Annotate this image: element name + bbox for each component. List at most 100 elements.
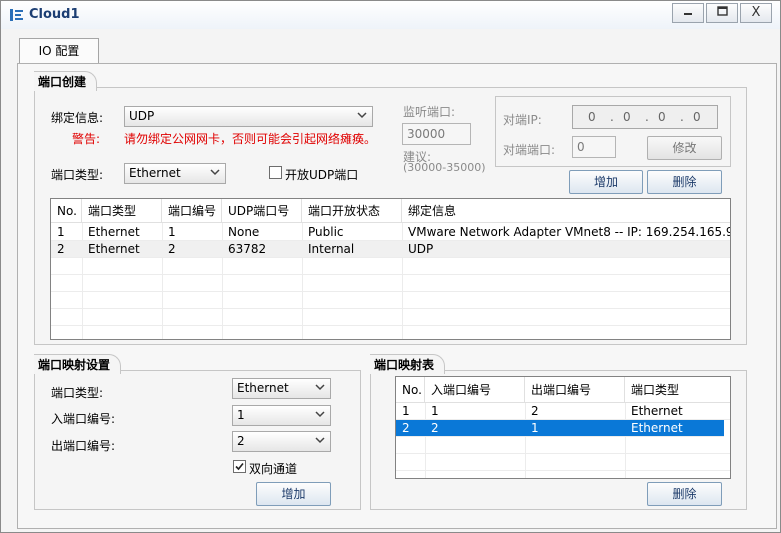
warning-text: 请勿绑定公网网卡，否则可能会引起网络瘫痪。 xyxy=(124,132,377,146)
peer-ip-input[interactable]: 0 . 0 . 0 . 0 xyxy=(572,105,718,129)
peer-ip-dot: . xyxy=(680,110,684,124)
out-port-value: 2 xyxy=(237,434,245,448)
cell-no: 1 xyxy=(57,225,65,239)
port-map-settings-title: 端口映射设置 xyxy=(34,354,122,374)
col-no[interactable]: No. xyxy=(51,199,82,223)
out-port-select[interactable]: 2 xyxy=(232,431,331,452)
cell-udp-port: 63782 xyxy=(228,242,267,256)
peer-ip-dot: . xyxy=(645,110,649,124)
delete-port-button[interactable]: 删除 xyxy=(647,170,722,194)
chevron-down-icon xyxy=(315,384,325,391)
port-type-value: Ethernet xyxy=(129,166,181,180)
listen-port-input[interactable]: 30000 xyxy=(402,123,471,145)
minimize-icon xyxy=(684,13,692,15)
map-port-type-value: Ethernet xyxy=(237,381,289,395)
col-in-port[interactable]: 入端口编号 xyxy=(425,377,525,403)
col-open-state[interactable]: 端口开放状态 xyxy=(302,199,402,223)
peer-ip-dot: . xyxy=(610,110,614,124)
empty-row xyxy=(51,258,730,275)
port-type-label: 端口类型: xyxy=(51,168,104,182)
add-mapping-button[interactable]: 增加 xyxy=(256,482,331,506)
cell-no: 1 xyxy=(402,404,410,418)
col-out-port[interactable]: 出端口编号 xyxy=(525,377,625,403)
maximize-button[interactable] xyxy=(706,3,738,23)
bind-info-label: 绑定信息: xyxy=(51,111,104,125)
suggest-range: (30000-35000) xyxy=(403,161,486,174)
cell-out-port: 2 xyxy=(531,404,539,418)
peer-ip-octet-1: 0 xyxy=(588,110,596,124)
in-port-value: 1 xyxy=(237,408,245,422)
bind-info-select[interactable]: UDP xyxy=(124,106,373,127)
delete-mapping-button[interactable]: 删除 xyxy=(647,482,722,506)
cell-port-type: Ethernet xyxy=(88,242,140,256)
window-title: Cloud1 xyxy=(29,7,80,22)
bidirectional-checkbox[interactable] xyxy=(233,460,246,473)
cell-bind-info: VMware Network Adapter VMnet8 -- IP: 169… xyxy=(408,225,730,239)
checkmark-icon xyxy=(235,462,244,471)
col-port-type[interactable]: 端口类型 xyxy=(625,377,730,403)
chevron-down-icon xyxy=(210,169,220,176)
warning-label: 警告: xyxy=(72,132,101,146)
peer-ip-octet-2: 0 xyxy=(623,110,631,124)
cell-out-port: 1 xyxy=(531,421,539,435)
minimize-button[interactable] xyxy=(672,3,704,23)
port-type-select[interactable]: Ethernet xyxy=(124,163,226,184)
chevron-down-icon xyxy=(315,411,325,418)
port-table[interactable]: No. 端口类型 端口编号 UDP端口号 端口开放状态 绑定信息 1 Ether… xyxy=(50,198,731,340)
empty-row xyxy=(51,292,730,309)
col-port-number[interactable]: 端口编号 xyxy=(162,199,222,223)
col-no[interactable]: No. xyxy=(396,377,425,403)
cell-port-number: 2 xyxy=(168,242,176,256)
chevron-down-icon xyxy=(315,437,325,444)
listen-port-label: 监听端口: xyxy=(403,105,456,119)
col-udp-port[interactable]: UDP端口号 xyxy=(222,199,302,223)
peer-port-input[interactable]: 0 xyxy=(572,136,616,158)
maximize-icon xyxy=(716,6,728,16)
bidirectional-label: 双向通道 xyxy=(249,462,298,476)
peer-ip-label: 对端IP: xyxy=(503,113,542,127)
mapping-table[interactable]: No. 入端口编号 出端口编号 端口类型 1 1 2 Ethernet 2 2 … xyxy=(395,376,731,479)
col-port-type[interactable]: 端口类型 xyxy=(82,199,162,223)
cell-port-type: Ethernet xyxy=(631,421,683,435)
mapping-table-header: No. 入端口编号 出端口编号 端口类型 xyxy=(396,377,730,403)
in-port-label: 入端口编号: xyxy=(51,412,116,426)
open-udp-label: 开放UDP端口 xyxy=(285,168,359,182)
cell-bind-info: UDP xyxy=(408,242,434,256)
port-create-title: 端口创建 xyxy=(34,71,98,91)
modify-button[interactable]: 修改 xyxy=(647,136,722,160)
map-port-type-select[interactable]: Ethernet xyxy=(232,378,331,399)
col-bind-info[interactable]: 绑定信息 xyxy=(402,199,730,223)
in-port-select[interactable]: 1 xyxy=(232,405,331,426)
close-button[interactable]: X xyxy=(740,3,772,23)
empty-row xyxy=(396,454,730,471)
cell-port-type: Ethernet xyxy=(88,225,140,239)
add-port-button[interactable]: 增加 xyxy=(569,170,643,194)
bind-info-value: UDP xyxy=(129,109,155,123)
map-port-type-label: 端口类型: xyxy=(51,386,104,400)
cloud-app-icon xyxy=(10,9,23,21)
table-row-selected[interactable]: 2 2 1 Ethernet xyxy=(396,420,724,437)
table-row[interactable]: 1 Ethernet 1 None Public VMware Network … xyxy=(51,224,730,241)
empty-row xyxy=(51,309,730,326)
port-map-table-title: 端口映射表 xyxy=(370,354,446,374)
tab-io-config[interactable]: IO 配置 xyxy=(19,38,99,64)
cell-no: 2 xyxy=(57,242,65,256)
peer-ip-octet-3: 0 xyxy=(658,110,666,124)
cell-udp-port: None xyxy=(228,225,260,239)
table-row[interactable]: 2 Ethernet 2 63782 Internal UDP xyxy=(51,241,730,258)
open-udp-checkbox[interactable] xyxy=(269,166,282,179)
cell-open-state: Public xyxy=(308,225,344,239)
peer-ip-octet-4: 0 xyxy=(693,110,701,124)
peer-port-label: 对端端口: xyxy=(503,143,556,157)
cell-port-number: 1 xyxy=(168,225,176,239)
close-icon: X xyxy=(751,5,761,20)
cell-in-port: 1 xyxy=(431,404,439,418)
empty-row xyxy=(396,437,730,454)
chevron-down-icon xyxy=(357,112,367,119)
cell-port-type: Ethernet xyxy=(631,404,683,418)
title-bar[interactable]: Cloud1 X xyxy=(1,1,780,29)
out-port-label: 出端口编号: xyxy=(51,439,116,453)
cell-open-state: Internal xyxy=(308,242,355,256)
cloud-window: Cloud1 X IO 配置 端口创建 绑定信息: UDP 警告: 请勿绑定公网… xyxy=(0,0,781,533)
table-row[interactable]: 1 1 2 Ethernet xyxy=(396,403,730,420)
